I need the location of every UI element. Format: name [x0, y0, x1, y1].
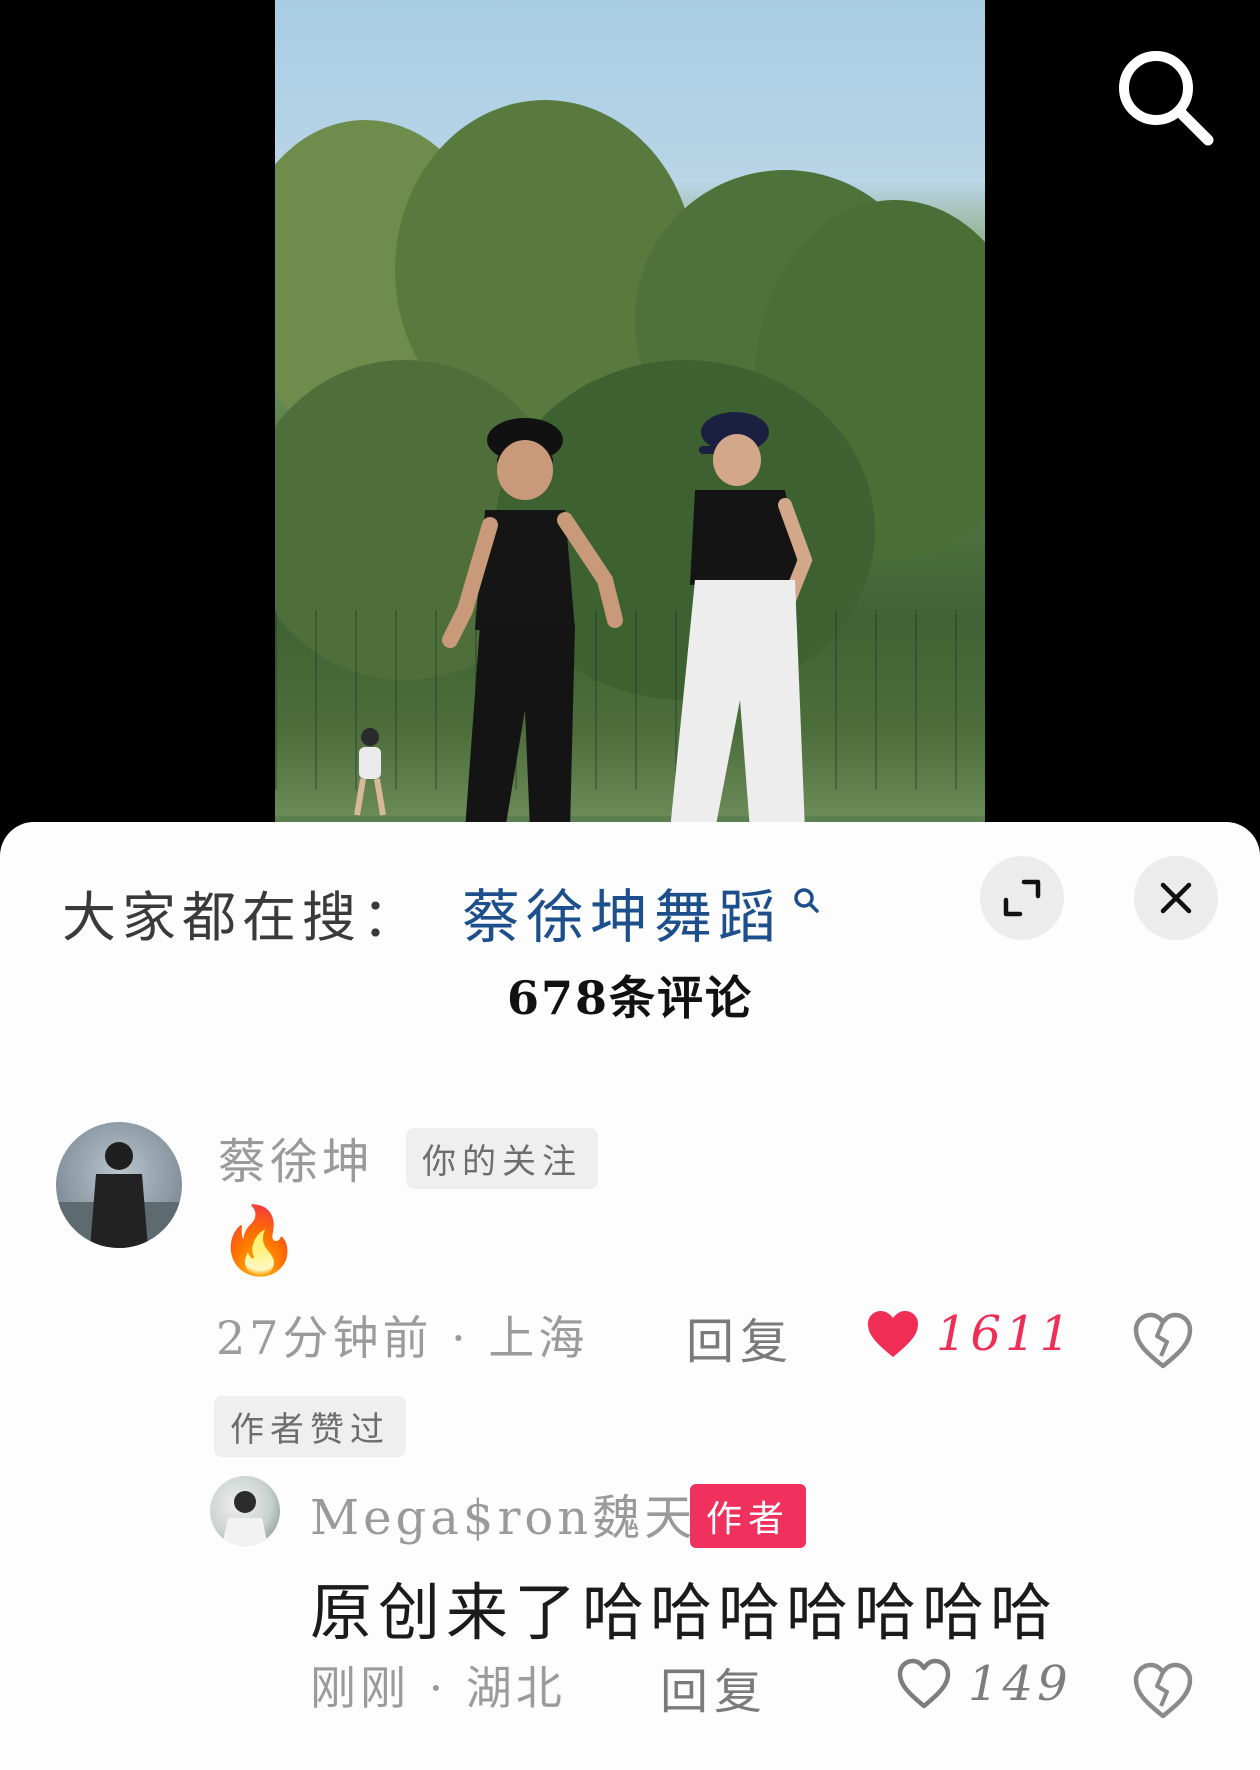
background-player	[354, 728, 386, 816]
comment-meta: 刚刚 · 湖北	[310, 1661, 566, 1715]
comment-username[interactable]: 蔡徐坤	[218, 1122, 374, 1192]
search-button[interactable]	[1110, 42, 1220, 152]
video-frame[interactable]	[275, 0, 985, 830]
dancer-left	[442, 418, 623, 830]
search-icon	[794, 888, 819, 913]
reply-button[interactable]: 回复	[660, 1652, 768, 1722]
like-count: 1611	[936, 1306, 1075, 1362]
broken-heart-icon	[1133, 1662, 1193, 1719]
dislike-button[interactable]	[1132, 1660, 1194, 1722]
close-button[interactable]	[1134, 856, 1218, 940]
expand-button[interactable]	[980, 856, 1064, 940]
author-badge: 作者	[690, 1484, 807, 1548]
comment-meta: 27分钟前 · 上海	[216, 1311, 589, 1365]
heart-filled-icon	[868, 1311, 918, 1357]
comment-count: 678条评论	[506, 971, 754, 1025]
avatar[interactable]	[56, 1122, 182, 1248]
hot-search-bar: 大家都在搜： 蔡徐坤舞蹈	[62, 862, 820, 962]
avatar[interactable]	[210, 1476, 280, 1546]
hot-search-term-link[interactable]: 蔡徐坤舞蹈	[462, 870, 782, 954]
like-button[interactable]: 149	[896, 1656, 1072, 1712]
like-button[interactable]: 1611	[866, 1306, 1074, 1362]
reply-button[interactable]: 回复	[686, 1302, 794, 1372]
close-icon	[1160, 882, 1192, 914]
hot-search-label: 大家都在搜：	[62, 885, 422, 949]
heart-outline-icon	[897, 1658, 951, 1709]
comment-text: 🔥	[218, 1202, 301, 1279]
dislike-button[interactable]	[1132, 1310, 1194, 1372]
avatar-figure	[56, 1142, 182, 1248]
comment-username[interactable]: Mega$ron魏天	[310, 1478, 696, 1548]
comments-sheet: 大家都在搜： 蔡徐坤舞蹈 678条评论 蔡徐坤 你的关注 🔥 27分钟前 · 上…	[0, 822, 1260, 1770]
search-icon	[1119, 51, 1214, 146]
following-badge: 你的关注	[406, 1128, 598, 1189]
avatar-figure	[222, 1491, 268, 1546]
expand-icon	[1003, 879, 1041, 917]
author-liked-tag: 作者赞过	[214, 1396, 406, 1457]
comment-text: 原创来了哈哈哈哈哈哈哈	[310, 1576, 1059, 1649]
broken-heart-icon	[1133, 1312, 1193, 1369]
dancer-right	[670, 412, 813, 830]
like-count: 149	[968, 1656, 1072, 1712]
video-player[interactable]	[0, 0, 1260, 840]
